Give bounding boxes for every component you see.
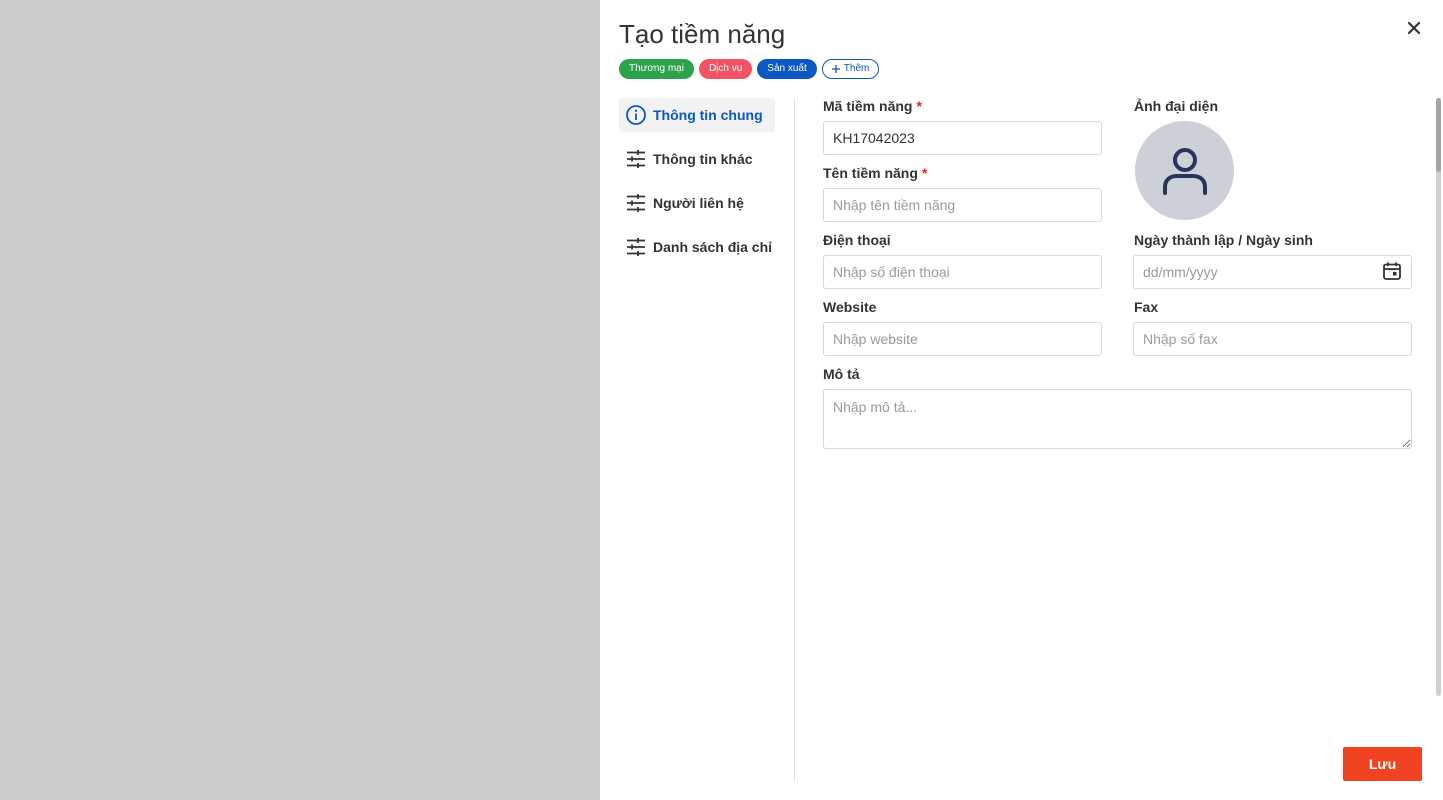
tag-list: Thương mại Dịch vụ Sản xuất Thêm [619,59,880,79]
nav-item-label: Danh sách địa chỉ [653,239,773,255]
avatar-label: Ảnh đại diện [1134,98,1218,114]
name-input[interactable] [823,188,1102,222]
code-input[interactable] [823,121,1102,155]
fax-input[interactable] [1133,322,1412,356]
close-button[interactable] [1402,16,1426,40]
close-icon [1407,21,1421,35]
sliders-icon [625,236,647,258]
code-label-text: Mã tiềm năng [823,98,913,114]
required-mark: * [916,98,922,114]
nav-item-other-info[interactable]: Thông tin khác [619,142,775,176]
nav-item-contacts[interactable]: Người liên hệ [619,186,775,220]
date-input[interactable] [1133,255,1412,289]
tag-dich-vu[interactable]: Dịch vụ [698,59,753,79]
name-label-text: Tên tiềm năng [823,165,918,181]
create-lead-panel: Tạo tiềm năng Thương mại Dịch vụ Sản xuấ… [600,0,1443,800]
dialog-title: Tạo tiềm năng [619,19,786,49]
nav-item-label: Thông tin chung [653,107,763,123]
description-label: Mô tả [823,366,860,382]
calendar-icon[interactable] [1382,261,1402,281]
avatar-upload[interactable] [1135,121,1234,220]
tag-thuong-mai[interactable]: Thương mại [619,59,694,79]
phone-label: Điện thoại [823,232,891,248]
website-input[interactable] [823,322,1102,356]
nav-item-label: Thông tin khác [653,151,753,167]
user-icon [1162,147,1207,195]
plus-icon [831,65,840,73]
scrollbar-track[interactable] [1436,98,1441,696]
description-textarea[interactable] [823,389,1412,449]
add-tag-label: Thêm [843,63,870,74]
name-label: Tên tiềm năng * [823,165,927,181]
section-nav: Thông tin chung Thông tin khác Người liê… [619,98,775,274]
scrollbar-thumb[interactable] [1436,98,1441,172]
info-icon [625,104,647,126]
nav-item-general-info[interactable]: Thông tin chung [619,98,775,132]
website-label: Website [823,299,877,315]
sliders-icon [625,192,647,214]
vertical-divider [794,98,795,782]
phone-input[interactable] [823,255,1102,289]
date-label: Ngày thành lập / Ngày sinh [1134,232,1313,248]
code-label: Mã tiềm năng * [823,98,922,114]
nav-item-label: Người liên hệ [653,195,744,211]
backdrop-overlay[interactable] [0,0,600,800]
required-mark: * [921,165,928,181]
fax-label: Fax [1134,299,1159,315]
tag-san-xuat[interactable]: Sản xuất [757,59,817,79]
save-button[interactable]: Lưu [1343,747,1422,781]
add-tag-button[interactable]: Thêm [821,59,880,79]
nav-item-address-list[interactable]: Danh sách địa chỉ [619,230,775,264]
sliders-icon [625,148,647,170]
